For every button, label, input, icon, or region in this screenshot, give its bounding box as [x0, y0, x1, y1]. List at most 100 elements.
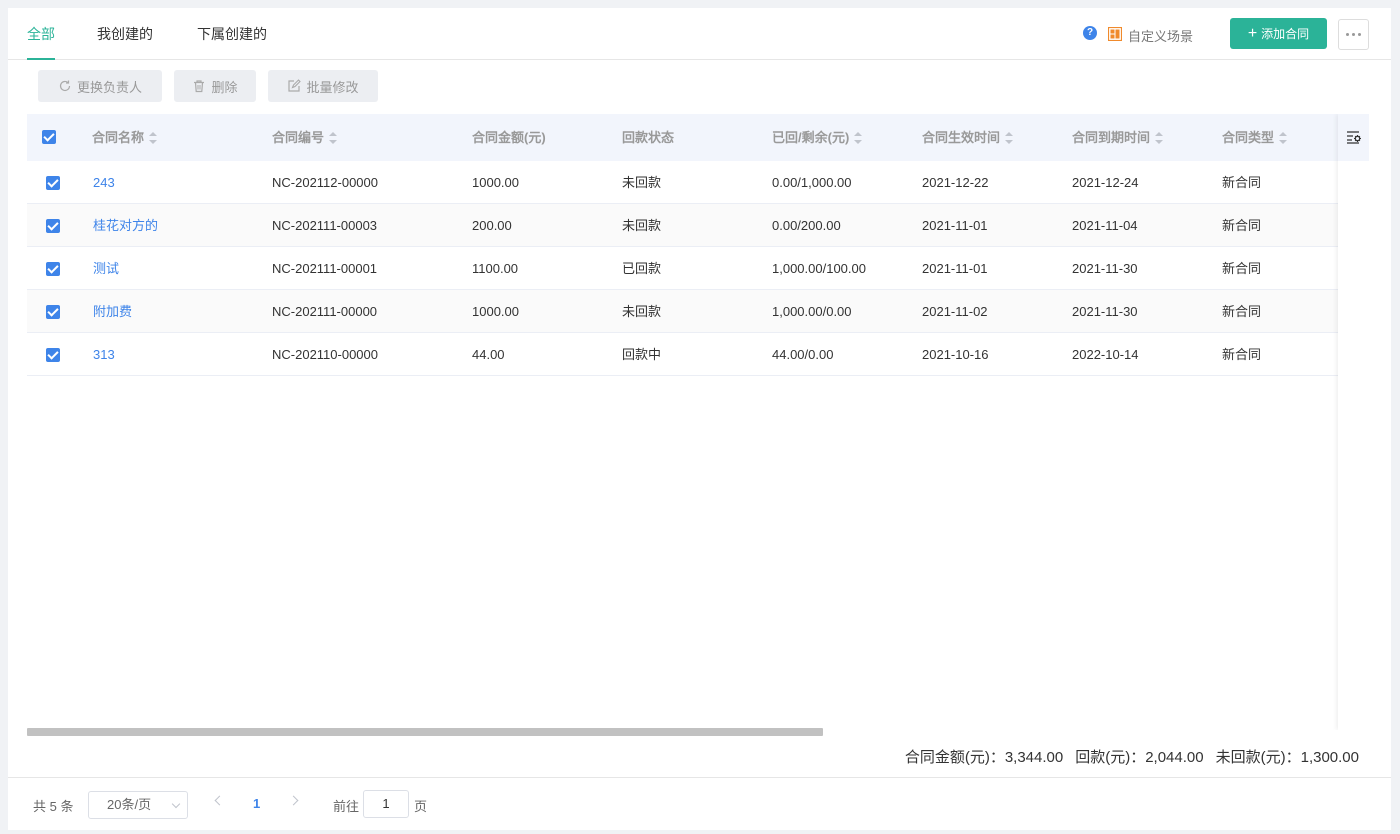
add-contract-button[interactable]: + 添加合同 [1230, 18, 1327, 49]
start-date: 2021-11-02 [922, 304, 988, 319]
column-header-type[interactable]: 合同类型 [1222, 114, 1288, 161]
contract-code: NC-202110-00000 [272, 347, 378, 362]
column-header-start-date[interactable]: 合同生效时间 [922, 114, 1014, 161]
goto-suffix: 页 [414, 799, 428, 814]
sort-icon [149, 131, 158, 144]
header-bar: 全部 我创建的 下属创建的 ? 自定义场景 + 添加合同 [8, 8, 1391, 60]
scene-grid-icon[interactable] [1108, 27, 1122, 41]
contract-list-panel: 全部 我创建的 下属创建的 ? 自定义场景 + 添加合同 更换负责人 删除 批量… [8, 8, 1391, 830]
total-amount: 合同金额(元)：3,344.00 [904, 749, 1064, 766]
total-count: 共 5 条 [33, 799, 74, 814]
horizontal-scrollbar[interactable] [27, 728, 823, 736]
payment-status: 未回款 [622, 175, 662, 190]
add-contract-label: 添加合同 [1261, 27, 1310, 41]
change-owner-button[interactable]: 更换负责人 [38, 70, 162, 102]
sort-icon [329, 131, 338, 144]
table-row[interactable]: 附加费 NC-202111-00000 1000.00 未回款 1,000.00… [27, 290, 1369, 333]
totals-summary: 合同金额(元)：3,344.00 回款(元)：2,044.00 未回款(元)：1,3… [893, 746, 1359, 767]
end-date: 2021-11-30 [1072, 261, 1138, 276]
delete-label: 删除 [211, 79, 238, 95]
batch-edit-label: 批量修改 [306, 79, 359, 95]
edit-icon [288, 79, 302, 92]
change-owner-label: 更换负责人 [76, 79, 142, 95]
contract-name-link[interactable]: 243 [93, 161, 115, 204]
contract-amount: 1000.00 [472, 304, 519, 319]
sort-icon [1005, 131, 1014, 144]
paid-remain: 1,000.00/0.00 [772, 304, 852, 319]
contract-name-link[interactable]: 附加费 [93, 290, 132, 333]
start-date: 2021-10-16 [922, 347, 989, 362]
contract-name-link[interactable]: 桂花对方的 [93, 204, 158, 247]
contract-amount: 1100.00 [472, 261, 519, 276]
total-paid: 回款(元)：2,044.00 [1075, 749, 1204, 766]
prev-page-icon[interactable] [214, 795, 225, 806]
row-checkbox[interactable] [46, 219, 60, 233]
payment-status: 回款中 [622, 347, 662, 362]
column-header-end-date[interactable]: 合同到期时间 [1072, 114, 1164, 161]
batch-edit-button[interactable]: 批量修改 [268, 70, 378, 102]
question-icon[interactable]: ? [1083, 26, 1097, 40]
page-size-select[interactable]: 20条/页 [88, 791, 188, 819]
contract-type: 新合同 [1222, 347, 1262, 362]
contract-type: 新合同 [1222, 304, 1262, 319]
contract-code: NC-202112-00000 [272, 175, 378, 190]
paid-remain: 0.00/200.00 [772, 218, 841, 233]
sort-icon [1279, 131, 1288, 144]
page-size-value: 20条/页 [107, 797, 152, 812]
end-date: 2021-12-24 [1072, 175, 1139, 190]
payment-status: 已回款 [622, 261, 662, 276]
column-header-paid-remain[interactable]: 已回/剩余(元) [772, 114, 863, 161]
row-checkbox[interactable] [46, 262, 60, 276]
contract-table: 合同名称 合同编号 合同金额(元) 回款状态 已回/剩余(元) 合同生效时间 合… [27, 114, 1369, 730]
column-settings-icon[interactable] [1346, 129, 1362, 145]
start-date: 2021-11-01 [922, 218, 988, 233]
sort-icon [854, 131, 863, 144]
table-row[interactable]: 测试 NC-202111-00001 1100.00 已回款 1,000.00/… [27, 247, 1369, 290]
payment-status: 未回款 [622, 304, 662, 319]
goto-prefix: 前往 [333, 799, 360, 814]
contract-name-link[interactable]: 313 [93, 333, 115, 376]
row-checkbox[interactable] [46, 176, 60, 190]
start-date: 2021-12-22 [922, 175, 989, 190]
goto-page-input[interactable]: 1 [363, 790, 409, 818]
current-page[interactable]: 1 [253, 796, 260, 811]
contract-code: NC-202111-00000 [272, 304, 378, 319]
contract-code: NC-202111-00003 [272, 218, 378, 233]
refresh-icon [59, 80, 71, 92]
row-checkbox[interactable] [46, 348, 60, 362]
plus-icon: + [1247, 24, 1258, 42]
table-row[interactable]: 243 NC-202112-00000 1000.00 未回款 0.00/1,0… [27, 161, 1369, 204]
more-icon[interactable] [1338, 19, 1369, 50]
row-checkbox[interactable] [46, 305, 60, 319]
tab-created-by-me[interactable]: 我创建的 [97, 22, 153, 60]
column-header-name[interactable]: 合同名称 [92, 114, 158, 161]
contract-amount: 1000.00 [472, 175, 519, 190]
paid-remain: 0.00/1,000.00 [772, 175, 852, 190]
table-header: 合同名称 合同编号 合同金额(元) 回款状态 已回/剩余(元) 合同生效时间 合… [27, 114, 1369, 161]
end-date: 2022-10-14 [1072, 347, 1139, 362]
end-date: 2021-11-04 [1072, 218, 1138, 233]
tab-all[interactable]: 全部 [27, 22, 55, 60]
table-row[interactable]: 桂花对方的 NC-202111-00003 200.00 未回款 0.00/20… [27, 204, 1369, 247]
next-page-icon[interactable] [288, 795, 299, 806]
payment-status: 未回款 [622, 218, 662, 233]
contract-type: 新合同 [1222, 175, 1262, 190]
trash-icon [194, 80, 205, 93]
custom-scene-link[interactable]: 自定义场景 [1128, 26, 1193, 45]
end-date: 2021-11-30 [1072, 304, 1138, 319]
column-header-amount: 合同金额(元) [472, 130, 546, 145]
contract-name-link[interactable]: 测试 [93, 247, 119, 290]
select-all-checkbox[interactable] [42, 130, 56, 144]
total-unpaid: 未回款(元)：1,300.00 [1215, 749, 1359, 766]
column-header-status: 回款状态 [622, 130, 675, 145]
column-settings-column [1338, 114, 1369, 730]
pagination-bar: 共 5 条 20条/页 1 前往 1 页 [8, 777, 1391, 830]
contract-amount: 44.00 [472, 347, 505, 362]
sort-icon [1155, 131, 1164, 144]
column-header-code[interactable]: 合同编号 [272, 114, 338, 161]
contract-type: 新合同 [1222, 261, 1262, 276]
table-row[interactable]: 313 NC-202110-00000 44.00 回款中 44.00/0.00… [27, 333, 1369, 376]
chevron-down-icon [171, 799, 181, 809]
delete-button[interactable]: 删除 [174, 70, 256, 102]
tab-created-by-subordinates[interactable]: 下属创建的 [197, 22, 267, 60]
